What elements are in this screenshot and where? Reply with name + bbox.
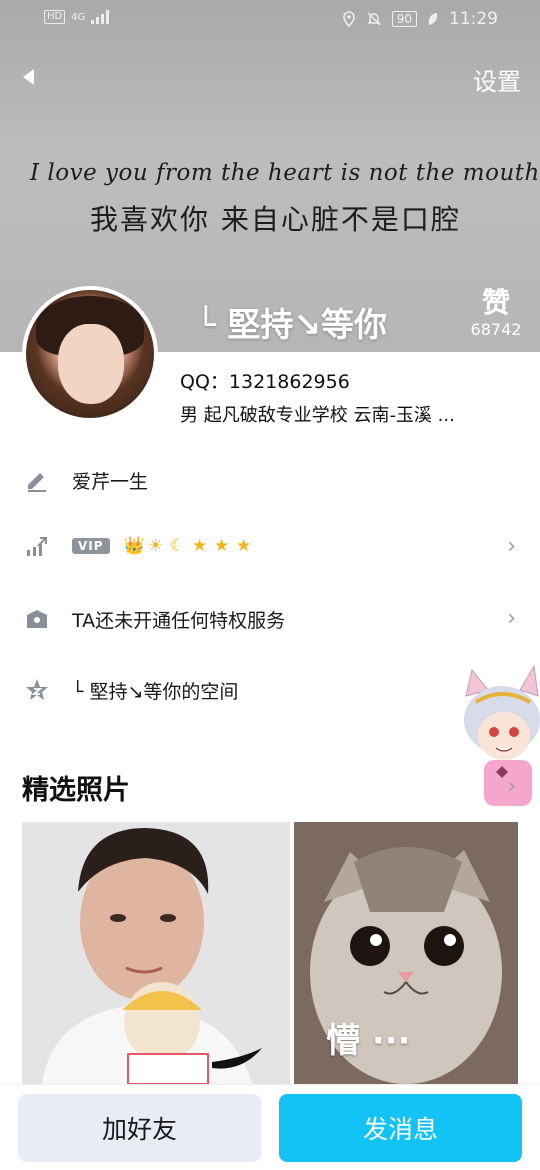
settings-button[interactable]: 设置 bbox=[473, 62, 521, 97]
vip-level-icon bbox=[27, 537, 47, 556]
vip-level-row[interactable]: VIP 👑 ☀ ☾ ★ ★ ★ › bbox=[0, 522, 540, 572]
leaf-icon bbox=[428, 13, 438, 25]
network-type: 4G bbox=[71, 11, 86, 23]
vip-badge: VIP bbox=[72, 537, 110, 554]
photo-boy-image bbox=[22, 822, 290, 1084]
section-title-featured-photos: 精选照片 bbox=[22, 775, 130, 806]
clock: 11:29 bbox=[449, 9, 498, 29]
level-icons: 👑 ☀ ☾ ★ ★ ★ bbox=[124, 536, 254, 556]
featured-photo[interactable] bbox=[22, 822, 290, 1084]
signal-icon bbox=[91, 10, 110, 24]
location-icon bbox=[342, 11, 355, 27]
signature-row[interactable]: 爱芹一生 bbox=[0, 455, 540, 505]
crown-level-icon: 👑 bbox=[123, 535, 145, 556]
qzone-star-icon bbox=[26, 679, 48, 700]
like-button[interactable]: 赞 68742 bbox=[464, 286, 528, 340]
back-arrow-icon[interactable] bbox=[18, 66, 40, 88]
privilege-text: TA还未开通任何特权服务 bbox=[72, 610, 286, 632]
photo-caption: 懵 ··· bbox=[326, 1021, 411, 1061]
chevron-right-icon: › bbox=[507, 534, 516, 559]
bottom-action-bar: 加好友 发消息 bbox=[0, 1084, 540, 1170]
moon-level-icon: ☾ bbox=[169, 535, 186, 556]
featured-photo[interactable]: 懵 ··· bbox=[294, 822, 518, 1084]
qzone-text: └ 堅持↘等你的空间 bbox=[72, 681, 239, 703]
profile-info: 男 起凡破敌专业学校 云南-玉溪 ... bbox=[180, 405, 455, 426]
pen-icon bbox=[28, 473, 46, 492]
star-level-icon: ★ bbox=[235, 535, 252, 556]
status-bar: HD 4G 90 11:29 bbox=[0, 0, 540, 40]
like-thumb-icon: 赞 bbox=[481, 286, 510, 319]
signature-text: 爱芹一生 bbox=[72, 471, 149, 493]
cover-quote-english: I love you from the heart is not the mou… bbox=[30, 160, 540, 186]
star-level-icon: ★ bbox=[213, 535, 230, 556]
like-count: 68742 bbox=[470, 320, 522, 339]
cover-quote-chinese: 我喜欢你 来自心脏不是口腔 bbox=[90, 203, 461, 236]
privilege-row[interactable]: TA还未开通任何特权服务 › bbox=[0, 594, 540, 644]
qq-number: QQ：1321862956 bbox=[180, 371, 350, 393]
sun-level-icon: ☀ bbox=[147, 535, 164, 556]
chevron-right-icon: › bbox=[507, 606, 516, 631]
avatar[interactable] bbox=[22, 286, 158, 422]
mute-bell-icon bbox=[366, 12, 381, 26]
anime-sticker[interactable] bbox=[458, 656, 540, 806]
hd-indicator: HD bbox=[44, 10, 66, 24]
crown-icon bbox=[27, 610, 47, 628]
profile-nickname: └ 堅持↘等你 bbox=[196, 305, 388, 344]
add-friend-button[interactable]: 加好友 bbox=[18, 1094, 261, 1162]
battery-indicator: 90 bbox=[391, 11, 417, 27]
send-message-button[interactable]: 发消息 bbox=[279, 1094, 522, 1162]
chevron-right-icon[interactable]: › bbox=[507, 774, 516, 799]
star-level-icon: ★ bbox=[191, 535, 208, 556]
